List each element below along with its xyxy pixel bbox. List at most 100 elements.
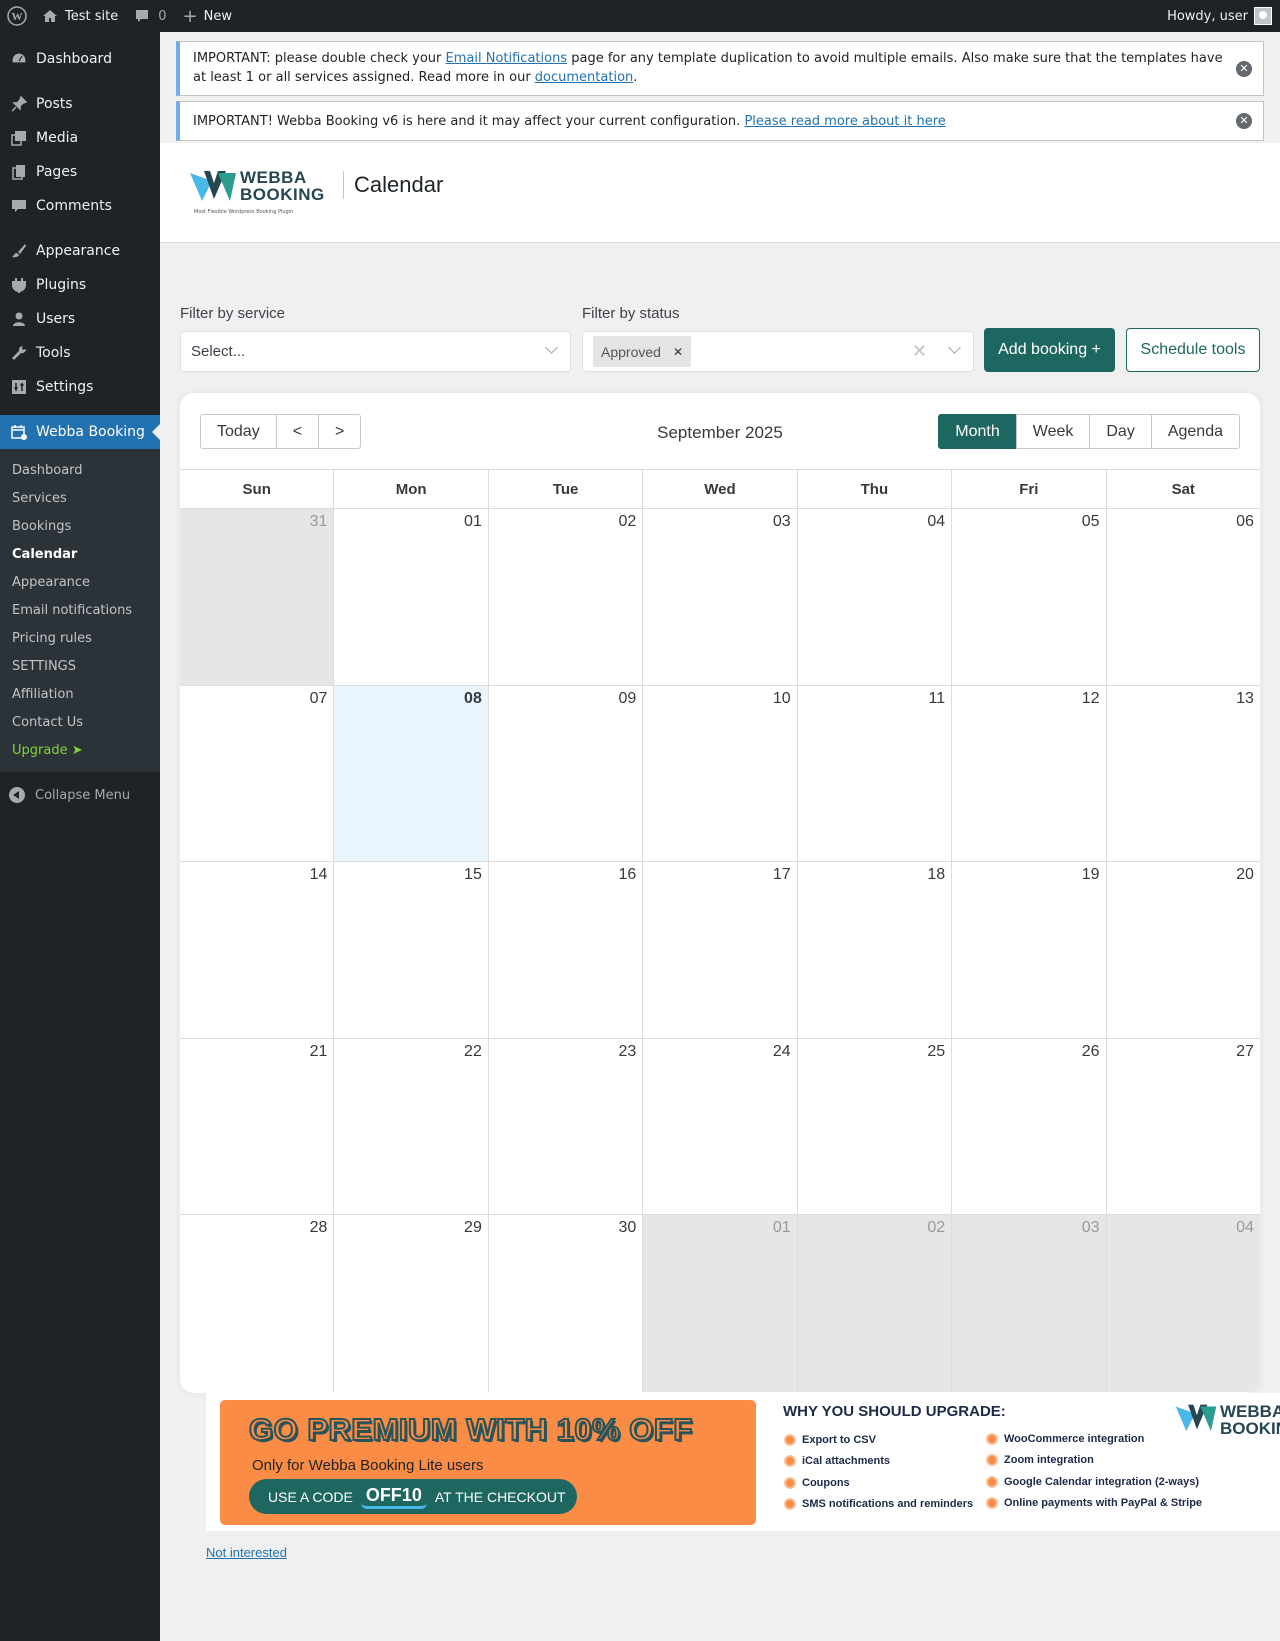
sidebar-item-dashboard[interactable]: Dashboard [0,42,160,76]
sidebar-item-posts[interactable]: Posts [0,87,160,121]
status-chip-label: Approved [601,343,661,360]
dismiss-notice-icon[interactable]: ✕ [1236,113,1252,129]
sidebar-item-settings[interactable]: Settings [0,370,160,404]
calendar-day-cell[interactable]: 01 [642,1215,797,1392]
calendar-day-cell[interactable]: 07 [180,686,333,862]
sidebar-item-appearance[interactable]: Appearance [0,234,160,268]
calendar-day-cell[interactable]: 16 [487,862,642,1038]
sidebar-item-media[interactable]: Media [0,121,160,155]
day-number: 03 [772,513,791,530]
view-day-button[interactable]: Day [1089,414,1152,449]
comments-link[interactable]: 0 [126,0,174,32]
calendar-day-cell[interactable]: 18 [796,862,951,1038]
calendar-day-cell[interactable]: 22 [333,1038,487,1214]
email-notifications-link[interactable]: Email Notifications [446,51,568,66]
submenu-settings[interactable]: SETTINGS [0,652,160,680]
calendar-day-cell[interactable]: 20 [1105,862,1260,1038]
feature-item: SMS notifications and reminders [784,1498,973,1510]
weekday-header: Mon [333,470,487,508]
view-week-button[interactable]: Week [1015,414,1091,449]
day-number: 23 [618,1042,637,1060]
calendar-day-cell[interactable]: 29 [333,1215,487,1392]
calendar-day-cell[interactable]: 10 [642,685,796,861]
pages-icon [9,162,29,182]
calendar-day-cell[interactable]: 09 [487,685,642,861]
service-select[interactable]: Select... [180,331,571,372]
weekday-header: Thu [796,470,951,508]
calendar-day-cell[interactable]: 02 [796,1215,952,1392]
calendar-day-cell-today[interactable]: 08 [333,685,488,861]
day-number: 25 [927,1042,946,1060]
today-button[interactable]: Today [200,414,277,449]
sidebar-item-pages[interactable]: Pages [0,155,160,189]
remove-chip-icon[interactable]: ✕ [673,345,683,359]
next-button[interactable]: > [318,414,362,449]
sidebar-item-webba-booking[interactable]: Webba Booking [0,415,160,449]
documentation-link[interactable]: documentation [535,70,633,85]
calendar-day-cell[interactable]: 05 [951,509,1105,685]
calendar-day-cell[interactable]: 14 [180,862,333,1038]
calendar-day-cell[interactable]: 11 [796,685,951,861]
site-name-link[interactable]: Test site [34,0,126,32]
submenu-affiliation[interactable]: Affiliation [0,680,160,708]
account-menu[interactable]: Howdy, user [1159,0,1280,32]
calendar-day-cell[interactable]: 21 [180,1039,333,1215]
submenu-pricing-rules[interactable]: Pricing rules [0,624,160,652]
calendar-day-cell[interactable]: 06 [1105,509,1260,685]
submenu-contact-us[interactable]: Contact Us [0,708,160,736]
logo-text: WEBBABOOKING [240,168,325,204]
calendar-day-cell[interactable]: 04 [796,509,951,685]
view-agenda-button[interactable]: Agenda [1150,414,1240,449]
calendar-day-cell[interactable]: 04 [1105,1215,1260,1392]
dismiss-notice-icon[interactable]: ✕ [1236,60,1252,77]
calendar-day-cell[interactable]: 31 [180,509,334,685]
page-title: Calendar [343,171,443,199]
calendar-day-cell[interactable]: 23 [487,1038,642,1214]
calendar-day-cell[interactable]: 02 [487,509,642,685]
calendar-day-cell[interactable]: 24 [642,1038,796,1214]
calendar-day-cell[interactable]: 12 [951,685,1105,861]
submenu-calendar[interactable]: Calendar [0,540,160,568]
sidebar-item-tools[interactable]: Tools [0,336,160,370]
calendar-day-cell[interactable]: 25 [796,1038,951,1214]
sidebar-item-users[interactable]: Users [0,302,160,336]
calendar-day-cell[interactable]: 03 [642,509,796,685]
calendar-day-cell[interactable]: 15 [333,862,487,1038]
status-select[interactable]: Approved ✕ ✕ [582,331,974,372]
calendar-day-cell[interactable]: 01 [333,509,487,685]
not-interested-link[interactable]: Not interested [206,1545,287,1560]
submenu-bookings[interactable]: Bookings [0,512,160,540]
prev-button[interactable]: < [275,414,320,449]
day-number: 19 [1081,866,1100,883]
submenu-dashboard[interactable]: Dashboard [0,456,160,484]
calendar-day-cell[interactable]: 13 [1105,685,1260,861]
calendar-day-cell[interactable]: 27 [1105,1038,1260,1214]
read-more-link[interactable]: Please read more about it here [744,114,945,129]
weekday-header: Tue [487,470,642,508]
submenu-appearance[interactable]: Appearance [0,568,160,596]
clear-icon[interactable]: ✕ [912,342,927,360]
schedule-tools-button[interactable]: Schedule tools [1126,328,1260,372]
submenu-services[interactable]: Services [0,484,160,512]
bullet-icon [986,1454,998,1466]
sidebar-item-label: Settings [36,379,94,395]
sidebar-item-plugins[interactable]: Plugins [0,268,160,302]
calendar-day-cell[interactable]: 28 [180,1215,333,1392]
submenu-upgrade[interactable]: Upgrade ➤ [0,736,160,764]
view-month-button[interactable]: Month [938,414,1017,449]
submenu-email-notifications[interactable]: Email notifications [0,596,160,624]
new-content-link[interactable]: + New [175,0,240,32]
calendar-day-cell[interactable]: 26 [951,1038,1105,1214]
promo-code-post: AT THE CHECKOUT [434,1488,566,1505]
calendar-day-cell[interactable]: 03 [951,1215,1106,1392]
collapse-menu-button[interactable]: Collapse Menu [0,778,160,812]
calendar-day-cell[interactable]: 30 [487,1215,642,1392]
calendar-day-cell[interactable]: 17 [642,862,796,1038]
calendar-day-cell[interactable]: 19 [951,862,1105,1038]
service-select-placeholder: Select... [191,343,246,360]
wordpress-logo-icon[interactable]: W [0,0,34,32]
day-number: 14 [309,866,328,883]
webba-submenu: Dashboard Services Bookings Calendar App… [0,449,160,772]
add-booking-button[interactable]: Add booking + [984,328,1115,372]
sidebar-item-comments[interactable]: Comments [0,189,160,223]
